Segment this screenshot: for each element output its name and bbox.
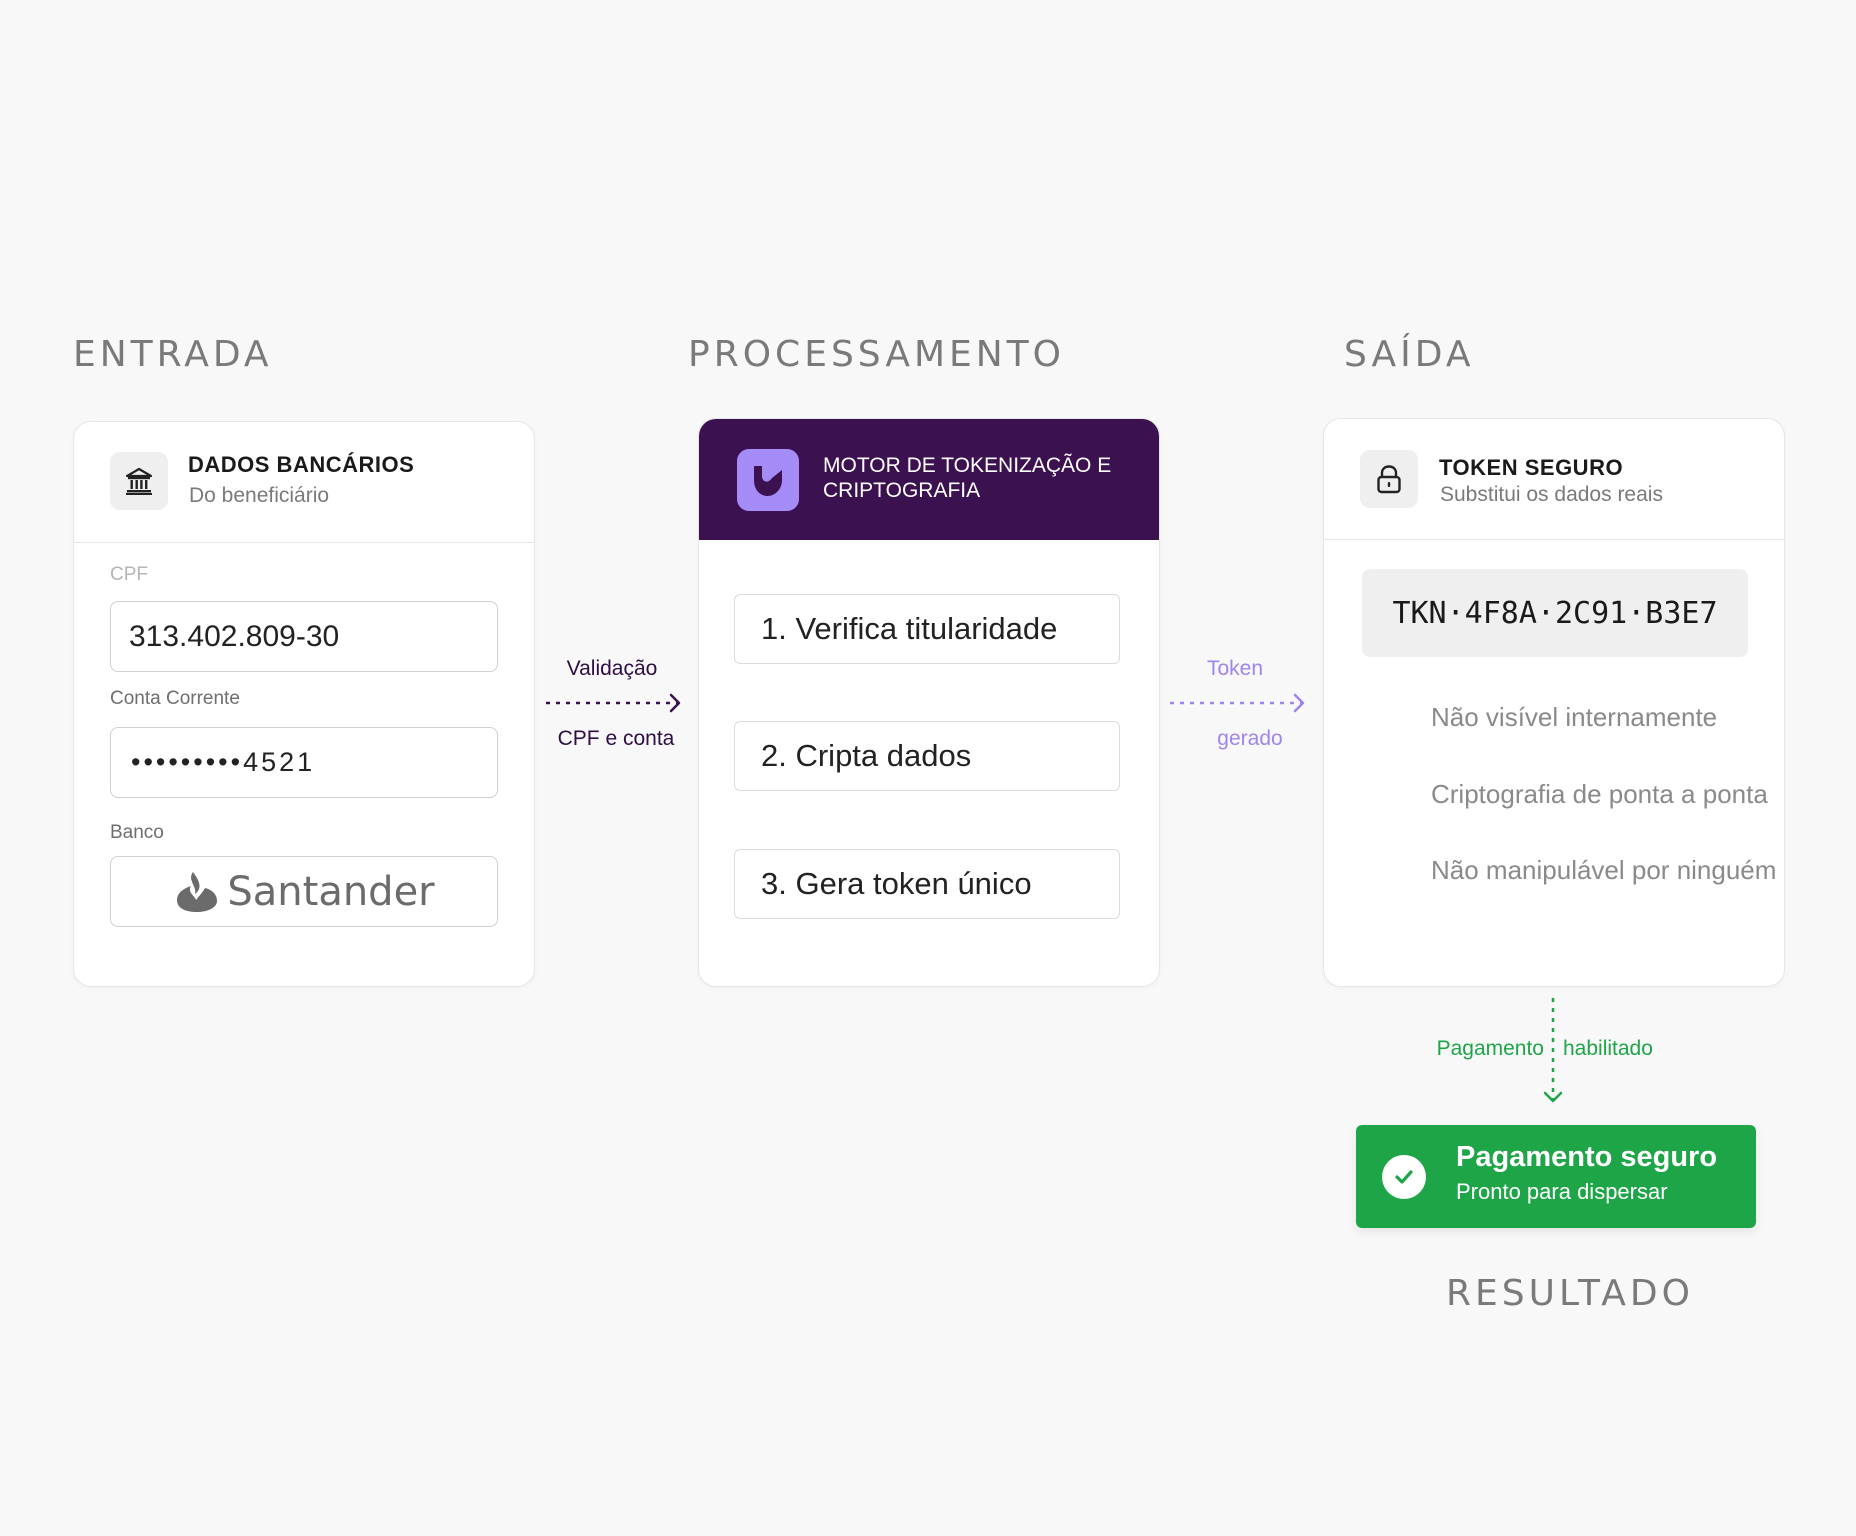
step-encrypt: 2. Cripta dados [734, 721, 1120, 791]
token-value: TKN·4F8A·2C91·B3E7 [1392, 595, 1718, 631]
section-title-entrada: ENTRADA [73, 334, 273, 375]
bank-card-header: DADOS BANCÁRIOS Do beneficiário [74, 422, 534, 543]
bank-label: Banco [110, 822, 164, 843]
arrow-right-icon [1170, 693, 1305, 713]
arrow-down-right-label: habilitado [1563, 1037, 1653, 1060]
shield-logo-icon [737, 449, 799, 511]
cpf-value: 313.402.809-30 [129, 619, 340, 653]
bank-data-card: DADOS BANCÁRIOS Do beneficiário CPF 313.… [73, 421, 535, 987]
account-label: Conta Corrente [110, 688, 240, 709]
check-circle-icon [1382, 1155, 1426, 1199]
tokenization-engine-card: MOTOR DE TOKENIZAÇÃO E CRIPTOGRAFIA 1. V… [698, 418, 1160, 987]
engine-card-title: MOTOR DE TOKENIZAÇÃO E CRIPTOGRAFIA [823, 454, 1112, 502]
bank-card-title: DADOS BANCÁRIOS [188, 452, 415, 477]
token-card-subtitle: Substitui os dados reais [1440, 483, 1663, 506]
bank-value: Santander [227, 868, 435, 915]
account-field[interactable]: •••••••••4521 [110, 727, 498, 798]
arrow-left-top-label: Validação [566, 657, 658, 680]
arrow-right-top-label: Token [1206, 657, 1264, 680]
engine-card-header: MOTOR DE TOKENIZAÇÃO E CRIPTOGRAFIA [699, 419, 1159, 540]
feature-end-to-end: Criptografia de ponta a ponta [1431, 779, 1768, 809]
result-title: Pagamento seguro [1456, 1141, 1718, 1173]
token-card-title: TOKEN SEGURO [1439, 455, 1624, 480]
cpf-field[interactable]: 313.402.809-30 [110, 601, 498, 672]
account-value: •••••••••4521 [131, 747, 316, 777]
arrow-right-bottom-label: gerado [1217, 727, 1283, 750]
arrow-left-icon [546, 693, 681, 713]
result-subtitle: Pronto para dispersar [1456, 1179, 1668, 1204]
arrow-down-left-label: Pagamento [1436, 1037, 1544, 1060]
step-generate-token: 3. Gera token único [734, 849, 1120, 919]
bank-card-subtitle: Do beneficiário [189, 484, 330, 507]
arrow-left-bottom-label: CPF e conta [557, 727, 675, 750]
token-card-header: TOKEN SEGURO Substitui os dados reais [1324, 419, 1784, 540]
bank-icon [110, 452, 168, 510]
bank-field[interactable]: Santander [110, 856, 498, 927]
section-title-processamento: PROCESSAMENTO [688, 334, 1066, 375]
section-title-saida: SAÍDA [1344, 334, 1475, 375]
section-title-resultado: RESULTADO [1446, 1273, 1694, 1314]
feature-tamper-proof: Não manipulável por ninguém [1431, 855, 1777, 885]
token-value-box: TKN·4F8A·2C91·B3E7 [1362, 569, 1748, 657]
secure-payment-banner: Pagamento seguro Pronto para dispersar [1356, 1125, 1756, 1228]
lock-icon [1360, 450, 1418, 508]
cpf-label: CPF [110, 564, 148, 585]
step-verify: 1. Verifica titularidade [734, 594, 1120, 664]
santander-logo-icon [173, 870, 219, 914]
feature-not-visible: Não visível internamente [1431, 702, 1718, 732]
